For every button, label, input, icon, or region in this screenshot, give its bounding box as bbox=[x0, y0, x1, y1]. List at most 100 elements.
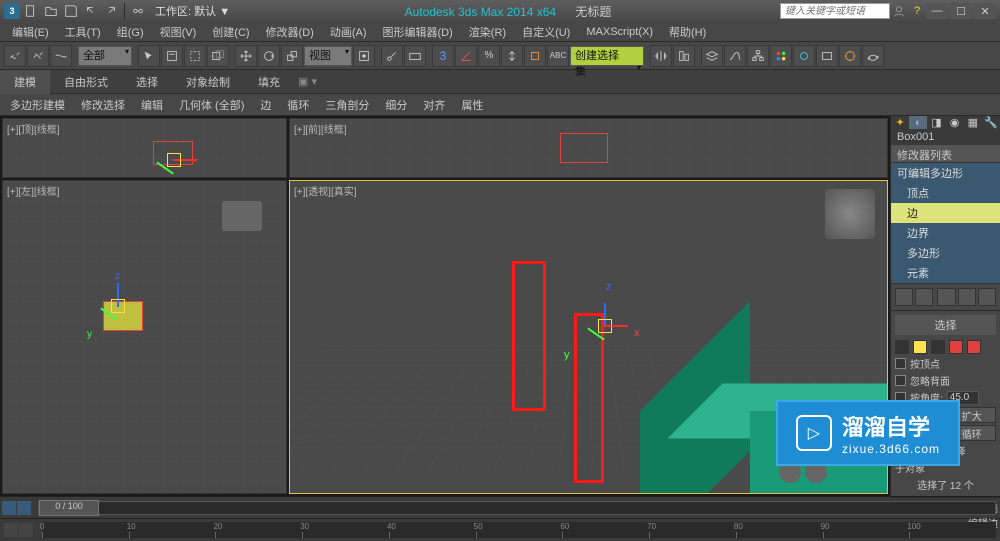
keyboard-shortcut-icon[interactable] bbox=[404, 45, 426, 67]
tab-selection[interactable]: 选择 bbox=[122, 70, 172, 94]
modifier-stack[interactable]: 可编辑多边形 顶点 边 边界 多边形 元素 bbox=[891, 163, 1000, 283]
viewcube[interactable] bbox=[825, 189, 875, 239]
rollout-selection[interactable]: 选择 bbox=[895, 315, 996, 335]
save-icon[interactable] bbox=[62, 2, 80, 20]
tab-create-icon[interactable]: ✦ bbox=[891, 116, 909, 129]
timeline-cfg-icon[interactable] bbox=[2, 501, 16, 515]
viewport-front[interactable]: [+][前][线框] bbox=[289, 118, 888, 178]
menu-help[interactable]: 帮助(H) bbox=[661, 22, 714, 42]
tab-display-icon[interactable]: ▦ bbox=[964, 116, 982, 129]
stack-element[interactable]: 元素 bbox=[891, 263, 1000, 283]
app-icon[interactable]: 3 bbox=[4, 3, 20, 19]
stack-edge[interactable]: 边 bbox=[891, 203, 1000, 223]
viewport-left-label[interactable]: [+][左][线框] bbox=[7, 183, 60, 198]
link-icon[interactable] bbox=[4, 45, 26, 67]
material-editor-icon[interactable] bbox=[770, 45, 792, 67]
remove-mod-icon[interactable] bbox=[958, 288, 976, 306]
angle-snap-icon[interactable] bbox=[455, 45, 477, 67]
show-end-icon[interactable] bbox=[915, 288, 933, 306]
object-name-field[interactable]: Box001 bbox=[891, 129, 1000, 145]
tab-hierarchy-icon[interactable]: ◨ bbox=[927, 116, 945, 129]
align-icon[interactable] bbox=[673, 45, 695, 67]
refcoord-dropdown[interactable]: 视图 bbox=[304, 46, 352, 66]
menu-animation[interactable]: 动画(A) bbox=[322, 22, 375, 42]
new-icon[interactable] bbox=[22, 2, 40, 20]
so-poly-icon[interactable] bbox=[949, 340, 963, 354]
named-selection-dropdown[interactable]: 创建选择集 bbox=[570, 46, 644, 66]
frame-handle[interactable]: 0 / 100 bbox=[39, 500, 99, 516]
move-icon[interactable] bbox=[235, 45, 257, 67]
selection-filter-dropdown[interactable]: 全部 bbox=[78, 46, 132, 66]
so-vertex-icon[interactable] bbox=[895, 340, 909, 354]
stack-vertex[interactable]: 顶点 bbox=[891, 183, 1000, 203]
r2-polymodel[interactable]: 多边形建模 bbox=[2, 94, 73, 116]
tab-populate[interactable]: 填充 bbox=[244, 70, 294, 94]
tab-utilities-icon[interactable]: 🔧 bbox=[982, 116, 1000, 129]
stack-border[interactable]: 边界 bbox=[891, 223, 1000, 243]
menu-views[interactable]: 视图(V) bbox=[152, 22, 205, 42]
workspace-label[interactable]: 工作区: 默认 ▼ bbox=[149, 3, 236, 19]
viewport-front-label[interactable]: [+][前][线框] bbox=[294, 121, 347, 136]
menu-edit[interactable]: 编辑(E) bbox=[4, 22, 57, 42]
tab-freeform[interactable]: 自由形式 bbox=[50, 70, 122, 94]
stack-editable-poly[interactable]: 可编辑多边形 bbox=[891, 163, 1000, 183]
so-border-icon[interactable] bbox=[931, 340, 945, 354]
so-edge-icon[interactable] bbox=[913, 340, 927, 354]
mirror-icon[interactable] bbox=[650, 45, 672, 67]
r2-edit[interactable]: 编辑 bbox=[133, 94, 171, 116]
tab-motion-icon[interactable]: ◉ bbox=[946, 116, 964, 129]
close-button[interactable]: ✕ bbox=[974, 3, 996, 19]
key-mode-icon[interactable] bbox=[19, 523, 33, 537]
frame-slider[interactable]: 0 / 100 bbox=[38, 501, 996, 515]
modifier-list-dropdown[interactable]: 修改器列表 bbox=[891, 145, 1000, 163]
pin-stack-icon[interactable] bbox=[895, 288, 913, 306]
r2-tri[interactable]: 三角剖分 bbox=[317, 94, 377, 116]
viewport-top[interactable]: [+][顶][线框] bbox=[2, 118, 287, 178]
r2-geometry[interactable]: 几何体 (全部) bbox=[171, 94, 252, 116]
menu-group[interactable]: 组(G) bbox=[109, 22, 152, 42]
make-unique-icon[interactable] bbox=[937, 288, 955, 306]
rotate-icon[interactable] bbox=[258, 45, 280, 67]
render-frame-icon[interactable] bbox=[816, 45, 838, 67]
select-region-icon[interactable] bbox=[184, 45, 206, 67]
link-icon[interactable] bbox=[129, 2, 147, 20]
layer-icon[interactable] bbox=[701, 45, 723, 67]
r2-modifysel[interactable]: 修改选择 bbox=[73, 94, 133, 116]
key-filter-icon[interactable] bbox=[4, 523, 18, 537]
unlink-icon[interactable] bbox=[27, 45, 49, 67]
viewport-persp-label[interactable]: [+][透视][真实] bbox=[294, 183, 357, 198]
scale-icon[interactable] bbox=[281, 45, 303, 67]
menu-create[interactable]: 创建(C) bbox=[204, 22, 257, 42]
chk-byvertex[interactable] bbox=[895, 358, 906, 369]
timeline-cfg2-icon[interactable] bbox=[17, 501, 31, 515]
minimize-button[interactable]: — bbox=[926, 3, 948, 19]
maximize-button[interactable]: ☐ bbox=[950, 3, 972, 19]
bind-spacewarp-icon[interactable] bbox=[50, 45, 72, 67]
window-crossing-icon[interactable] bbox=[207, 45, 229, 67]
redo-icon[interactable] bbox=[102, 2, 120, 20]
spinner-snap-icon[interactable] bbox=[501, 45, 523, 67]
open-icon[interactable] bbox=[42, 2, 60, 20]
r2-props[interactable]: 属性 bbox=[453, 94, 491, 116]
help-search-input[interactable] bbox=[780, 3, 890, 19]
help-icon[interactable]: ? bbox=[908, 2, 926, 20]
tab-modeling[interactable]: 建模 bbox=[0, 70, 50, 94]
menu-grapheditors[interactable]: 图形编辑器(D) bbox=[375, 22, 461, 42]
viewport-top-label[interactable]: [+][顶][线框] bbox=[7, 121, 60, 136]
menu-modifiers[interactable]: 修改器(D) bbox=[258, 22, 322, 42]
select-icon[interactable] bbox=[138, 45, 160, 67]
stack-polygon[interactable]: 多边形 bbox=[891, 243, 1000, 263]
manipulate-icon[interactable] bbox=[381, 45, 403, 67]
snap-toggle-icon[interactable]: 3 bbox=[432, 45, 454, 67]
viewport-left[interactable]: [+][左][线框] z y bbox=[2, 180, 287, 494]
menu-customize[interactable]: 自定义(U) bbox=[514, 22, 578, 42]
menu-rendering[interactable]: 渲染(R) bbox=[461, 22, 514, 42]
teapot-icon[interactable] bbox=[862, 45, 884, 67]
configure-icon[interactable] bbox=[978, 288, 996, 306]
menu-tools[interactable]: 工具(T) bbox=[57, 22, 109, 42]
pivot-center-icon[interactable] bbox=[353, 45, 375, 67]
schematic-icon[interactable] bbox=[747, 45, 769, 67]
tab-objectpaint[interactable]: 对象绘制 bbox=[172, 70, 244, 94]
curve-editor-icon[interactable] bbox=[724, 45, 746, 67]
select-name-icon[interactable] bbox=[161, 45, 183, 67]
